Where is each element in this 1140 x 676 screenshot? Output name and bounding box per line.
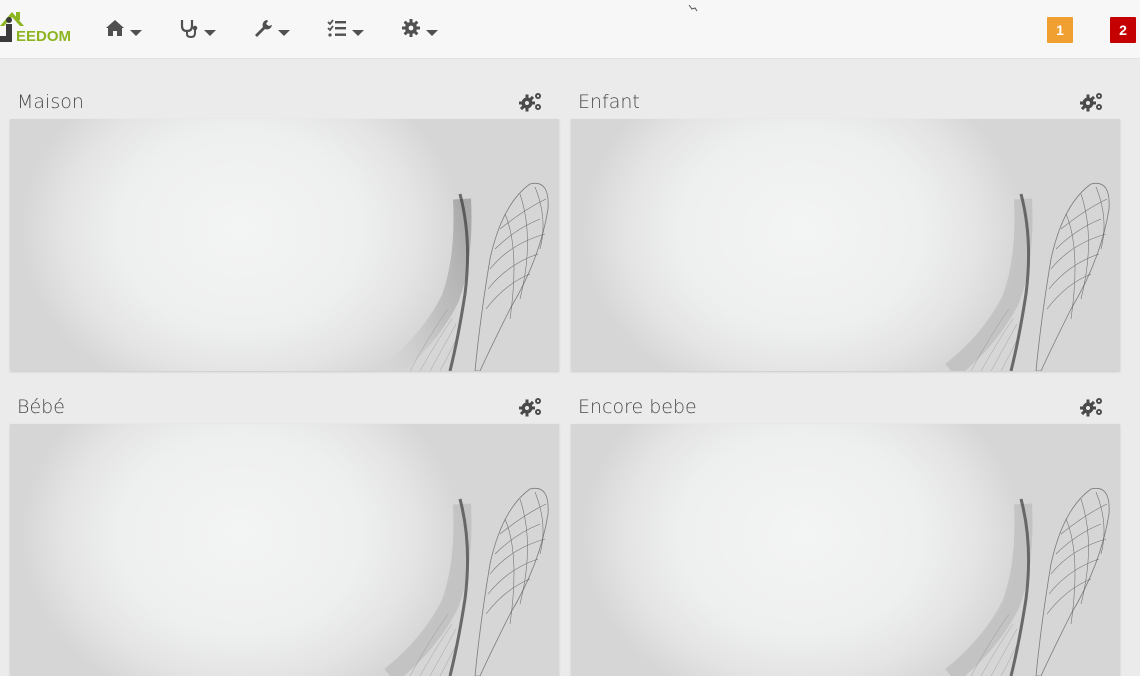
object-card-bebe: Bébé bbox=[10, 389, 559, 676]
chevron-down-icon bbox=[352, 24, 364, 36]
object-card-encore-bebe: Encore bebe bbox=[571, 389, 1120, 676]
card-title[interactable]: Enfant bbox=[578, 91, 640, 113]
nav-health-dropdown[interactable] bbox=[178, 14, 216, 42]
nav-tasks-dropdown[interactable] bbox=[326, 14, 364, 42]
gear-icon bbox=[400, 17, 422, 39]
card-header: Enfant bbox=[571, 84, 1120, 119]
message-count-badge[interactable]: 1 bbox=[1047, 17, 1073, 43]
svg-text:EEDOM: EEDOM bbox=[16, 28, 71, 45]
object-background-image bbox=[10, 119, 559, 371]
object-card-maison: Maison bbox=[10, 84, 559, 371]
chevron-down-icon bbox=[278, 24, 290, 36]
card-title[interactable]: Encore bebe bbox=[578, 396, 697, 418]
card-title[interactable]: Maison bbox=[17, 91, 84, 113]
gears-icon[interactable] bbox=[519, 396, 543, 418]
wrench-icon bbox=[252, 17, 274, 39]
object-card-enfant: Enfant bbox=[571, 84, 1120, 371]
nav-settings-dropdown[interactable] bbox=[400, 14, 438, 42]
jeedom-logo[interactable]: EEDOM bbox=[0, 6, 82, 46]
object-background-image bbox=[10, 424, 559, 676]
chevron-down-icon bbox=[130, 24, 142, 36]
card-header: Bébé bbox=[10, 389, 559, 424]
tasks-icon bbox=[326, 17, 348, 39]
nav-home-dropdown[interactable] bbox=[104, 14, 142, 42]
gears-icon[interactable] bbox=[519, 91, 543, 113]
gears-icon[interactable] bbox=[1080, 396, 1104, 418]
object-background-image bbox=[571, 119, 1120, 371]
feather-image bbox=[945, 487, 1110, 676]
feather-image bbox=[384, 487, 549, 676]
feather-image bbox=[384, 182, 549, 371]
chevron-down-icon bbox=[204, 24, 216, 36]
main-menu bbox=[104, 14, 474, 42]
chevron-down-icon bbox=[426, 24, 438, 36]
stethoscope-icon bbox=[178, 17, 200, 39]
mouse-cursor-icon bbox=[688, 0, 700, 12]
feather-image bbox=[945, 182, 1110, 371]
gears-icon[interactable] bbox=[1080, 91, 1104, 113]
home-icon bbox=[104, 17, 126, 39]
object-background-image bbox=[571, 424, 1120, 676]
card-header: Encore bebe bbox=[571, 389, 1120, 424]
alert-count-badge[interactable]: 2 bbox=[1110, 17, 1136, 43]
card-title[interactable]: Bébé bbox=[17, 396, 65, 418]
nav-tools-dropdown[interactable] bbox=[252, 14, 290, 42]
top-navbar: EEDOM 1 2 bbox=[0, 0, 1140, 59]
card-header: Maison bbox=[10, 84, 559, 119]
